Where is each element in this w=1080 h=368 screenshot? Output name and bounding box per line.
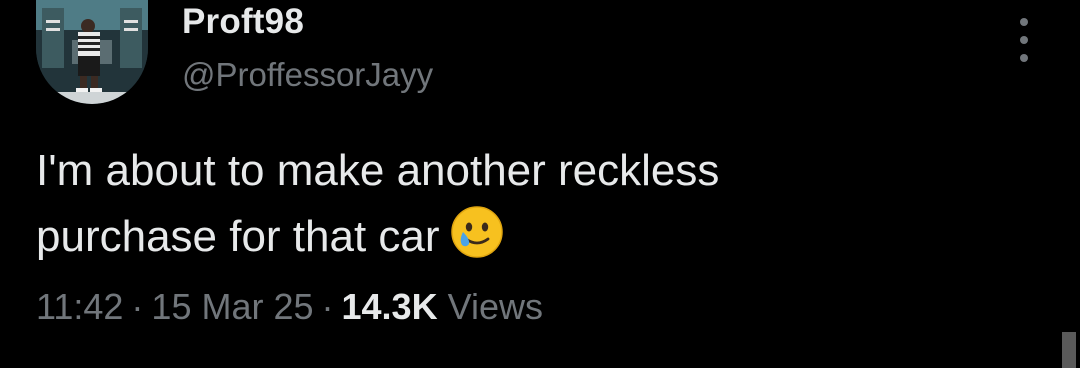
avatar[interactable] (36, 0, 148, 104)
meta-separator: · (131, 286, 144, 327)
tweet-time[interactable]: 11:42 (36, 286, 123, 327)
tweet-card: Proft98 @ProffessorJayy I'm about to mak… (0, 0, 1080, 368)
avatar-image (36, 0, 148, 104)
more-dot (1020, 54, 1028, 62)
tweet-meta: 11:42 · 15 Mar 25 · 14.3K Views (36, 286, 543, 328)
tweet-date[interactable]: 15 Mar 25 (151, 286, 313, 327)
more-dot (1020, 18, 1028, 26)
face-holding-back-tears-icon (450, 206, 503, 258)
tweet-text: I'm about to make another reckless purch… (36, 138, 996, 270)
scrollbar[interactable] (1062, 332, 1076, 368)
views-label: Views (447, 286, 543, 327)
views-count[interactable]: 14.3K (342, 286, 438, 327)
author-handle[interactable]: @ProffessorJayy (182, 56, 433, 94)
author-display-name[interactable]: Proft98 (182, 2, 304, 42)
tweet-body: I'm about to make another reckless purch… (36, 146, 720, 261)
more-options-icon[interactable] (1010, 18, 1038, 62)
more-dot (1020, 36, 1028, 44)
meta-separator: · (321, 286, 334, 327)
